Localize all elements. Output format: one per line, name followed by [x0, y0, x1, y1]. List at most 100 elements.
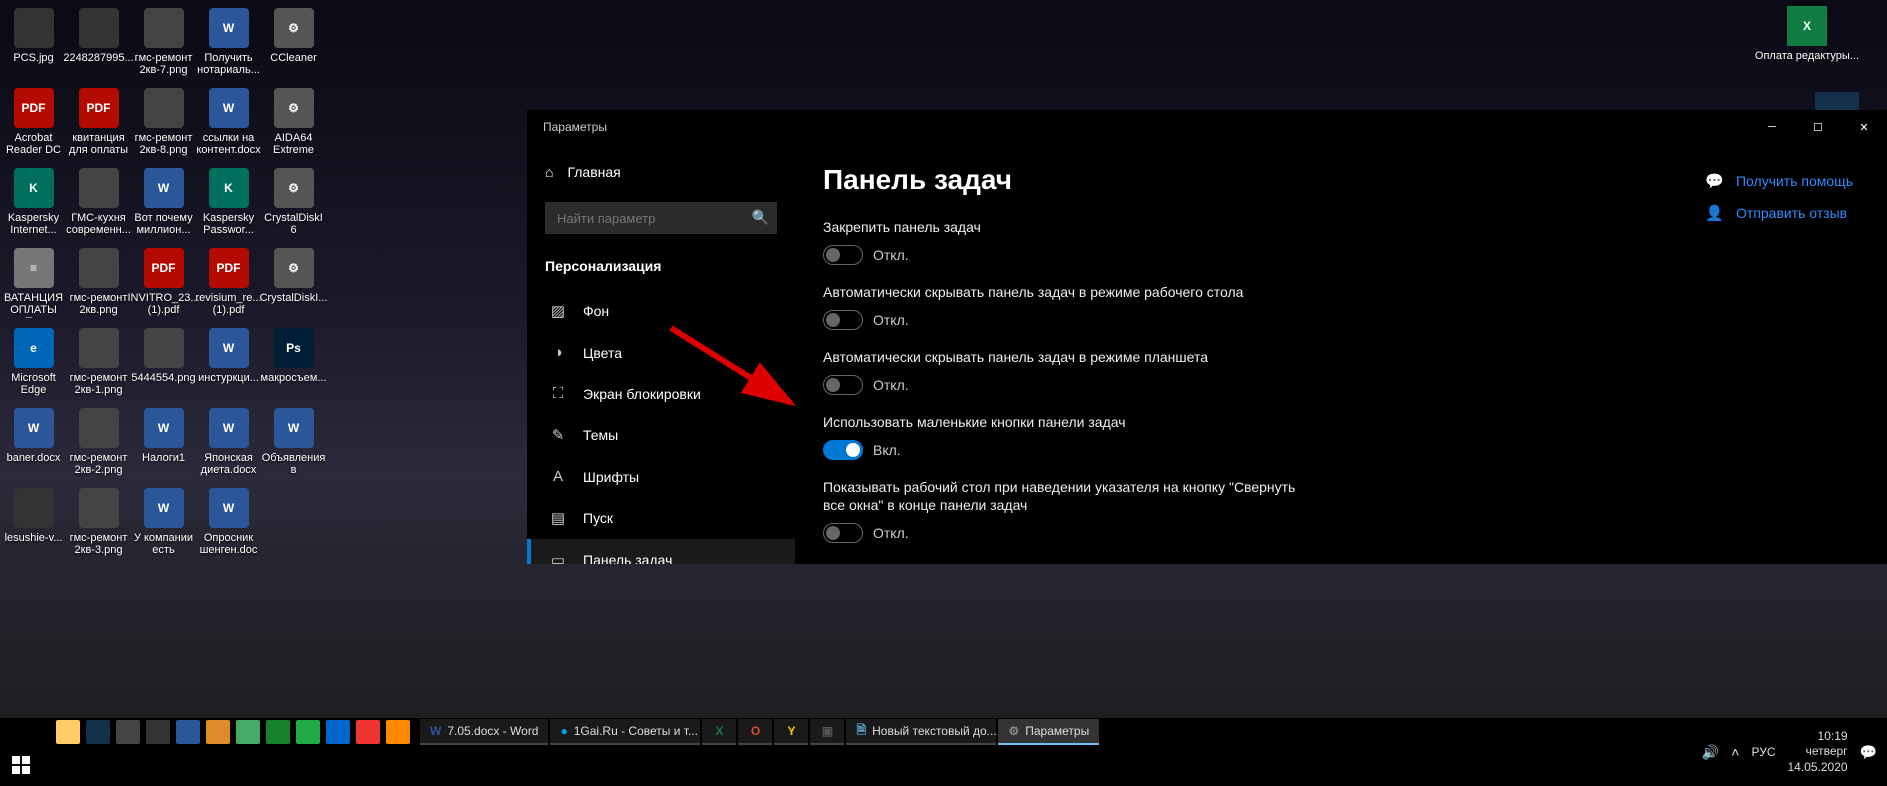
desktop-icon-label: гмс-ремонт 2кв-1.png — [68, 372, 129, 396]
taskbar-task[interactable]: W7.05.docx - Word — [420, 719, 548, 745]
sidebar-item-Фон[interactable]: ▨Фон — [527, 290, 795, 332]
desktop-icon-right[interactable]: X Оплата редактуры... — [1755, 6, 1859, 62]
desktop-icon[interactable]: PDFквитанция для оплаты пат... — [67, 86, 130, 164]
volume-icon[interactable]: 🔊 — [1702, 744, 1719, 761]
desktop-icon[interactable]: eMicrosoft Edge — [2, 326, 65, 404]
desktop-icon[interactable]: WОбъявления в подъезде... — [262, 406, 325, 484]
notifications-icon[interactable]: 💬 — [1860, 744, 1877, 761]
pinned-app-2[interactable] — [86, 720, 110, 744]
language-indicator[interactable]: РУС — [1751, 745, 1775, 759]
pinned-app-3[interactable] — [116, 720, 140, 744]
start-button[interactable] — [6, 750, 36, 780]
help-link[interactable]: 💬Получить помощь — [1705, 172, 1853, 190]
desktop-icon[interactable]: WВот почему миллион... — [132, 166, 195, 244]
sidebar-item-Панель задач[interactable]: ▭Панель задач — [527, 539, 795, 564]
pinned-app-10[interactable] — [326, 720, 350, 744]
feedback-link[interactable]: 👤Отправить отзыв — [1705, 204, 1853, 222]
nav-label: Цвета — [583, 345, 622, 361]
desktop-icon[interactable]: Wссылки на контент.docx — [197, 86, 260, 164]
taskbar-task[interactable]: ●1Gai.Ru - Советы и т... — [550, 719, 700, 745]
desktop-icon[interactable]: ⚙CCleaner — [262, 6, 325, 84]
minimize-button[interactable]: ─ — [1749, 110, 1795, 144]
desktop-icon-label: CrystalDiskI... — [260, 292, 328, 304]
desktop-icon[interactable]: гмс-ремонт 2кв-8.png — [132, 86, 195, 164]
desktop-icon[interactable]: WУ компании есть неско... — [132, 486, 195, 564]
desktop-icon[interactable]: PCS.jpg — [2, 6, 65, 84]
sidebar-item-Темы[interactable]: ✎Темы — [527, 414, 795, 456]
pinned-explorer[interactable] — [56, 720, 80, 744]
pinned-app-5[interactable] — [176, 720, 200, 744]
desktop-icon[interactable]: PDFAcrobat Reader DC — [2, 86, 65, 164]
desktop-icon[interactable]: ⚙CrystalDiskI 6 — [262, 166, 325, 244]
taskbar-task[interactable]: X — [702, 719, 736, 745]
desktop-icon[interactable]: ⚙CrystalDiskI... — [262, 246, 325, 324]
desktop-icon[interactable]: WОпросник шенген.doc — [197, 486, 260, 564]
sidebar-item-Шрифты[interactable]: AШрифты — [527, 456, 795, 497]
desktop-icon-label: квитанция для оплаты пат... — [68, 132, 129, 158]
clock-date: 14.05.2020 — [1788, 760, 1848, 776]
pinned-app-8[interactable] — [266, 720, 290, 744]
maximize-button[interactable]: ☐ — [1795, 110, 1841, 144]
search-icon: 🔍 — [752, 209, 769, 226]
settings-titlebar: Параметры ─ ☐ ✕ — [527, 110, 1887, 144]
desktop-icon[interactable]: гмс-ремонт 2кв.png — [67, 246, 130, 324]
option-label: Показывать рабочий стол при наведении ук… — [823, 478, 1303, 516]
desktop-icon[interactable]: гмс-ремонт 2кв-3.png — [67, 486, 130, 564]
home-icon: ⌂ — [545, 164, 553, 180]
toggle-switch[interactable] — [823, 375, 863, 395]
taskbar-task[interactable]: O — [738, 719, 772, 745]
desktop-icon[interactable]: ≡ВАТАНЦИЯ ОПЛАТЫ П... — [2, 246, 65, 324]
search-input[interactable] — [545, 202, 777, 234]
desktop-icon[interactable]: гмс-ремонт 2кв-7.png — [132, 6, 195, 84]
toggle-switch[interactable] — [823, 245, 863, 265]
desktop-icon[interactable]: ⚙AIDA64 Extreme — [262, 86, 325, 164]
desktop-icon[interactable]: Psмакросъем... — [262, 326, 325, 404]
desktop-icon[interactable]: гмс-ремонт 2кв-2.png — [67, 406, 130, 484]
desktop-icon[interactable]: Wbaner.docx — [2, 406, 65, 484]
pinned-app-4[interactable] — [146, 720, 170, 744]
desktop-icon[interactable]: WЯпонская диета.docx — [197, 406, 260, 484]
desktop-icon[interactable]: WНалоги1 — [132, 406, 195, 484]
pinned-app-12[interactable] — [386, 720, 410, 744]
toggle-switch[interactable] — [823, 523, 863, 543]
taskbar-task[interactable]: 🗎Новый текстовый до... — [846, 719, 996, 745]
desktop-icon[interactable]: Wинстуркци... — [197, 326, 260, 404]
task-icon: X — [715, 724, 723, 738]
clock[interactable]: 10:19 четверг 14.05.2020 — [1788, 729, 1848, 776]
taskbar-task[interactable]: ▣ — [810, 719, 844, 745]
desktop-icon[interactable]: PDFINVITRO_23... (1).pdf — [132, 246, 195, 324]
desktop-icon-label: lesushie-v... — [5, 532, 63, 544]
sidebar-item-Пуск[interactable]: ▤Пуск — [527, 497, 795, 539]
desktop-icon-label: инстуркци... — [198, 372, 259, 384]
pinned-app-9[interactable] — [296, 720, 320, 744]
desktop-icon[interactable]: KKaspersky Passwor... — [197, 166, 260, 244]
desktop-icon[interactable]: гмс-ремонт 2кв-1.png — [67, 326, 130, 404]
desktop-icon-label: гмс-ремонт 2кв-3.png — [68, 532, 129, 556]
sidebar-item-Экран блокировки[interactable]: ⛶Экран блокировки — [527, 373, 795, 414]
desktop-icon-label: гмс-ремонт 2кв-7.png — [133, 52, 194, 76]
desktop-icon[interactable]: WПолучить нотариаль... — [197, 6, 260, 84]
toggle-state: Откл. — [873, 247, 909, 263]
desktop-icon[interactable]: KKaspersky Internet... — [2, 166, 65, 244]
desktop-icon-label: 2248287995... — [63, 52, 133, 64]
desktop-icon[interactable]: 5444554.png — [132, 326, 195, 404]
task-icon: O — [751, 724, 760, 738]
tray-chevron-icon[interactable]: ˄ — [1731, 744, 1739, 760]
sidebar-item-Цвета[interactable]: ◑Цвета — [527, 332, 795, 373]
pinned-app-11[interactable] — [356, 720, 380, 744]
toggle-switch[interactable] — [823, 310, 863, 330]
pinned-app-7[interactable] — [236, 720, 260, 744]
desktop-icon[interactable]: ГМС-кухня современн... — [67, 166, 130, 244]
toggle-switch[interactable] — [823, 440, 863, 460]
taskbar-task[interactable]: Y — [774, 719, 808, 745]
pinned-app-6[interactable] — [206, 720, 230, 744]
home-button[interactable]: ⌂ Главная — [527, 154, 795, 190]
taskbar-task[interactable]: ⚙Параметры — [998, 719, 1099, 745]
desktop-icon[interactable]: PDFrevisium_re... (1).pdf — [197, 246, 260, 324]
desktop-icon[interactable]: 2248287995... — [67, 6, 130, 84]
toggle-state: Откл. — [873, 377, 909, 393]
close-button[interactable]: ✕ — [1841, 110, 1887, 144]
nav-label: Пуск — [583, 510, 613, 526]
desktop-icon[interactable]: lesushie-v... — [2, 486, 65, 564]
desktop-icon-label: baner.docx — [7, 452, 61, 464]
